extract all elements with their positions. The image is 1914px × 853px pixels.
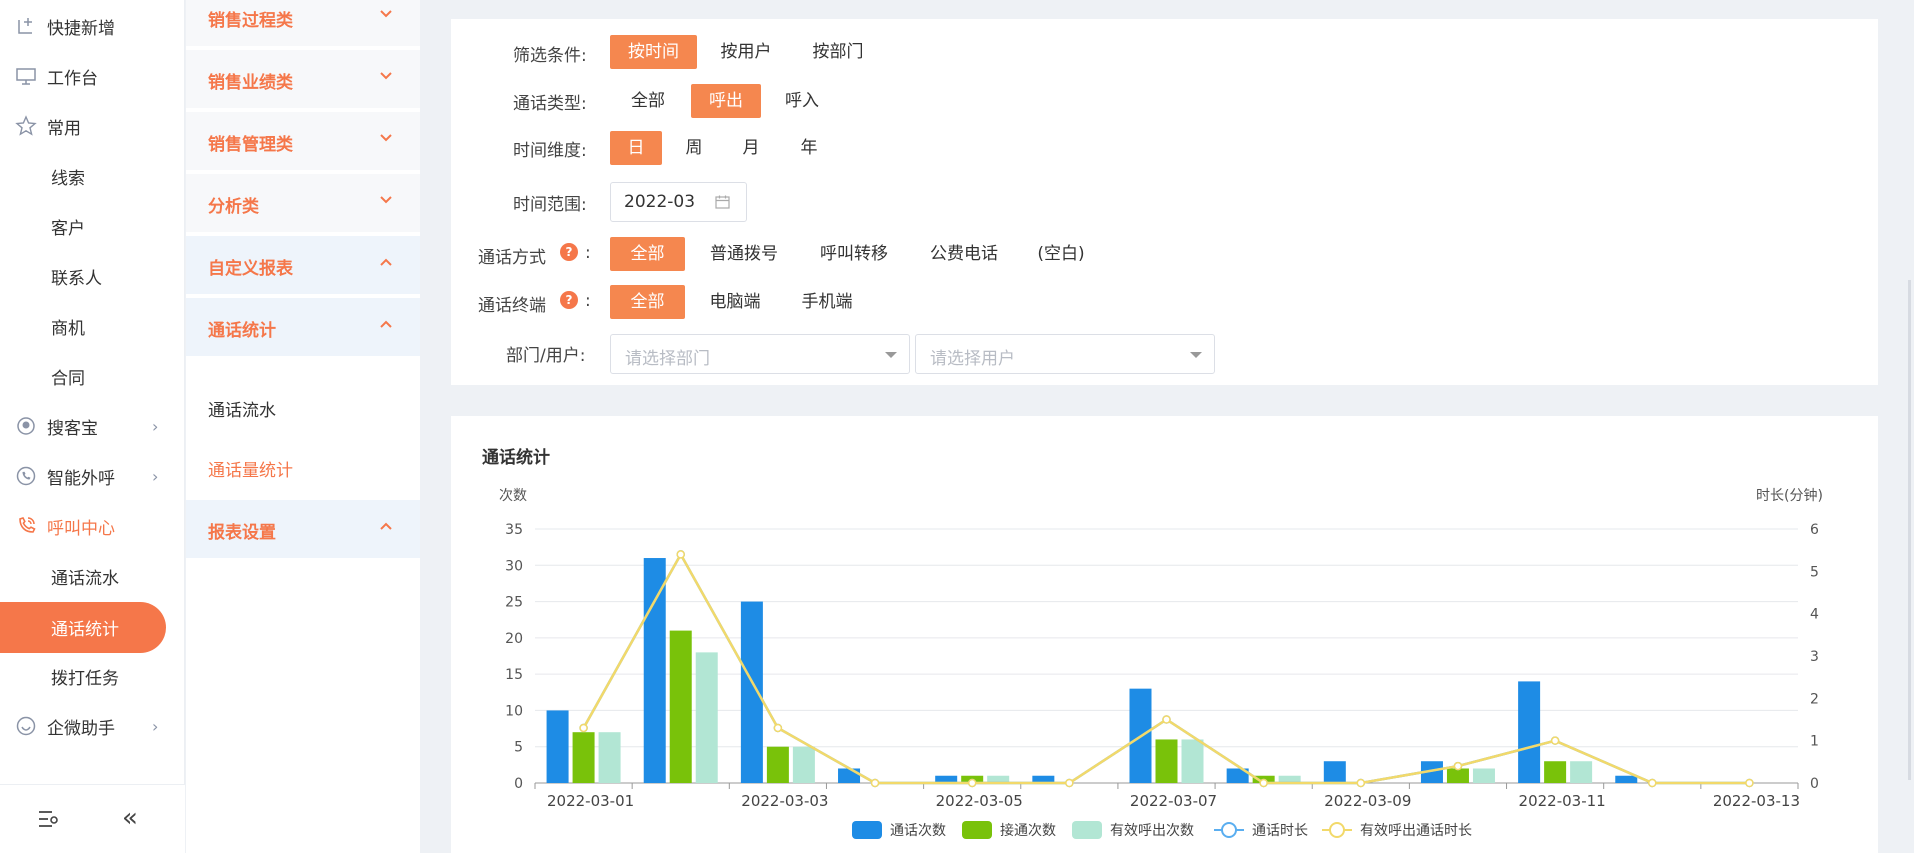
x-tick-label: 2022-03-07 xyxy=(1130,792,1217,810)
legend-swatch-marker xyxy=(1329,822,1345,838)
y2-tick-label: 6 xyxy=(1810,522,1819,538)
y2-tick-label: 5 xyxy=(1810,564,1819,580)
legend-label: 通话时长 xyxy=(1252,823,1308,839)
bar-接通次数 xyxy=(572,732,595,783)
y-tick-label: 5 xyxy=(514,740,523,756)
point-有效呼出通话时长 xyxy=(1550,736,1560,745)
x-tick-label: 2022-03-13 xyxy=(1713,792,1800,810)
legend-label: 接通次数 xyxy=(1000,822,1056,839)
legend-swatch xyxy=(1072,821,1102,839)
bar-有效呼出次数 xyxy=(1181,739,1204,783)
y-tick-label: 20 xyxy=(505,631,523,647)
point-有效呼出通话时长 xyxy=(1648,778,1657,788)
y2-tick-label: 0 xyxy=(1810,776,1819,792)
y-axis-title: 次数 xyxy=(499,488,527,504)
bar-通话次数 xyxy=(740,601,763,783)
x-tick-label: 2022-03-09 xyxy=(1324,792,1411,810)
point-有效呼出通话时长 xyxy=(1259,778,1268,788)
bar-通话次数 xyxy=(546,710,569,783)
x-tick-label: 2022-03-05 xyxy=(936,792,1023,810)
bar-有效呼出次数 xyxy=(792,746,815,783)
page-scrollbar[interactable] xyxy=(1908,280,1911,780)
bar-通话次数 xyxy=(643,558,666,783)
point-有效呼出通话时长 xyxy=(1162,715,1171,724)
bar-接通次数 xyxy=(1544,761,1567,783)
bar-通话次数 xyxy=(838,768,861,783)
bar-有效呼出次数 xyxy=(1570,761,1593,783)
point-有效呼出通话时长 xyxy=(1453,761,1463,771)
legend-swatch xyxy=(852,821,882,839)
bar-通话次数 xyxy=(1615,775,1638,783)
y-tick-label: 0 xyxy=(514,776,523,792)
point-有效呼出通话时长 xyxy=(967,778,977,788)
point-有效呼出通话时长 xyxy=(1356,778,1366,788)
bar-接通次数 xyxy=(1155,739,1178,783)
y-tick-label: 30 xyxy=(505,558,523,574)
legend-label: 有效呼出通话时长 xyxy=(1360,823,1472,839)
bar-通话次数 xyxy=(1518,681,1541,783)
y-tick-label: 25 xyxy=(505,595,523,611)
y2-tick-label: 1 xyxy=(1810,734,1819,750)
point-有效呼出通话时长 xyxy=(579,723,588,733)
y2-tick-label: 2 xyxy=(1810,691,1819,707)
y-tick-label: 35 xyxy=(505,522,523,538)
bar-接通次数 xyxy=(1446,768,1469,783)
x-tick-label: 2022-03-03 xyxy=(741,792,828,810)
legend-swatch-marker xyxy=(1221,822,1237,838)
x-tick-label: 2022-03-01 xyxy=(547,792,634,810)
bar-接通次数 xyxy=(766,746,789,783)
y2-tick-label: 4 xyxy=(1810,607,1819,623)
y-tick-label: 10 xyxy=(505,703,523,719)
y2-axis-title: 时长(分钟) xyxy=(1756,487,1823,504)
bar-通话次数 xyxy=(1323,761,1346,783)
x-tick-label: 2022-03-11 xyxy=(1519,792,1606,810)
point-有效呼出通话时长 xyxy=(676,550,685,559)
legend-swatch xyxy=(962,821,992,839)
bar-接通次数 xyxy=(669,630,692,783)
bar-有效呼出次数 xyxy=(598,732,621,783)
point-有效呼出通话时长 xyxy=(870,778,880,788)
legend-label: 通话次数 xyxy=(890,823,946,839)
legend-label: 有效呼出次数 xyxy=(1110,823,1194,839)
y-tick-label: 15 xyxy=(505,667,523,683)
point-有效呼出通话时长 xyxy=(773,723,783,733)
bar-有效呼出次数 xyxy=(1472,768,1495,783)
call-stats-chart: 0 5 10 15 20 25 30 35 0 1 2 3 4 5 6 次数 时长(分钟) 2022-03-01 2… xyxy=(499,487,1823,839)
bar-有效呼出次数 xyxy=(695,652,718,783)
point-有效呼出通话时长 xyxy=(1745,778,1754,788)
point-有效呼出通话时长 xyxy=(1065,778,1074,788)
y2-tick-label: 3 xyxy=(1810,649,1819,665)
